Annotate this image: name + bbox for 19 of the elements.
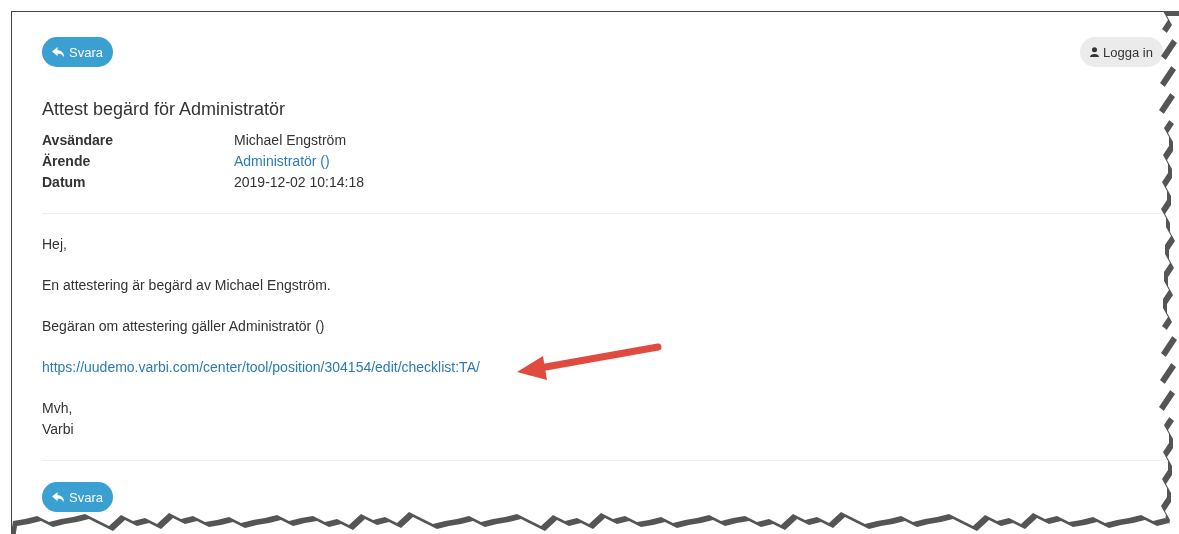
user-icon: [1090, 47, 1100, 57]
subject-link[interactable]: Administratör (): [234, 151, 330, 172]
message-text: Begäran om attestering gäller Administratör (): [42, 317, 326, 336]
message-text: En attestering är begärd av Michael Engström.: [42, 276, 332, 295]
field-value: 2019-12-02 10:14:18: [234, 173, 365, 192]
field-label: Datum: [42, 173, 87, 192]
field-value: Michael Engström: [234, 131, 348, 150]
field-label: Avsändare: [42, 131, 115, 150]
reply-button[interactable]: Svara: [42, 482, 113, 512]
login-button[interactable]: Logga in: [1080, 37, 1163, 67]
message-title: Attest begärd för Administratör: [42, 98, 287, 120]
reply-arrow-icon: [52, 491, 65, 503]
message-text: Varbi: [42, 420, 75, 439]
reply-button[interactable]: Svara: [42, 37, 113, 67]
field-label: Ärende: [42, 152, 92, 171]
message-text: Mvh,: [42, 399, 74, 418]
url-link[interactable]: https://uudemo.varbi.com/center/tool/position/304154/edit/checklist:TA/: [42, 357, 480, 378]
reply-arrow-icon: [52, 46, 65, 58]
message-text: Hej,: [42, 235, 68, 254]
